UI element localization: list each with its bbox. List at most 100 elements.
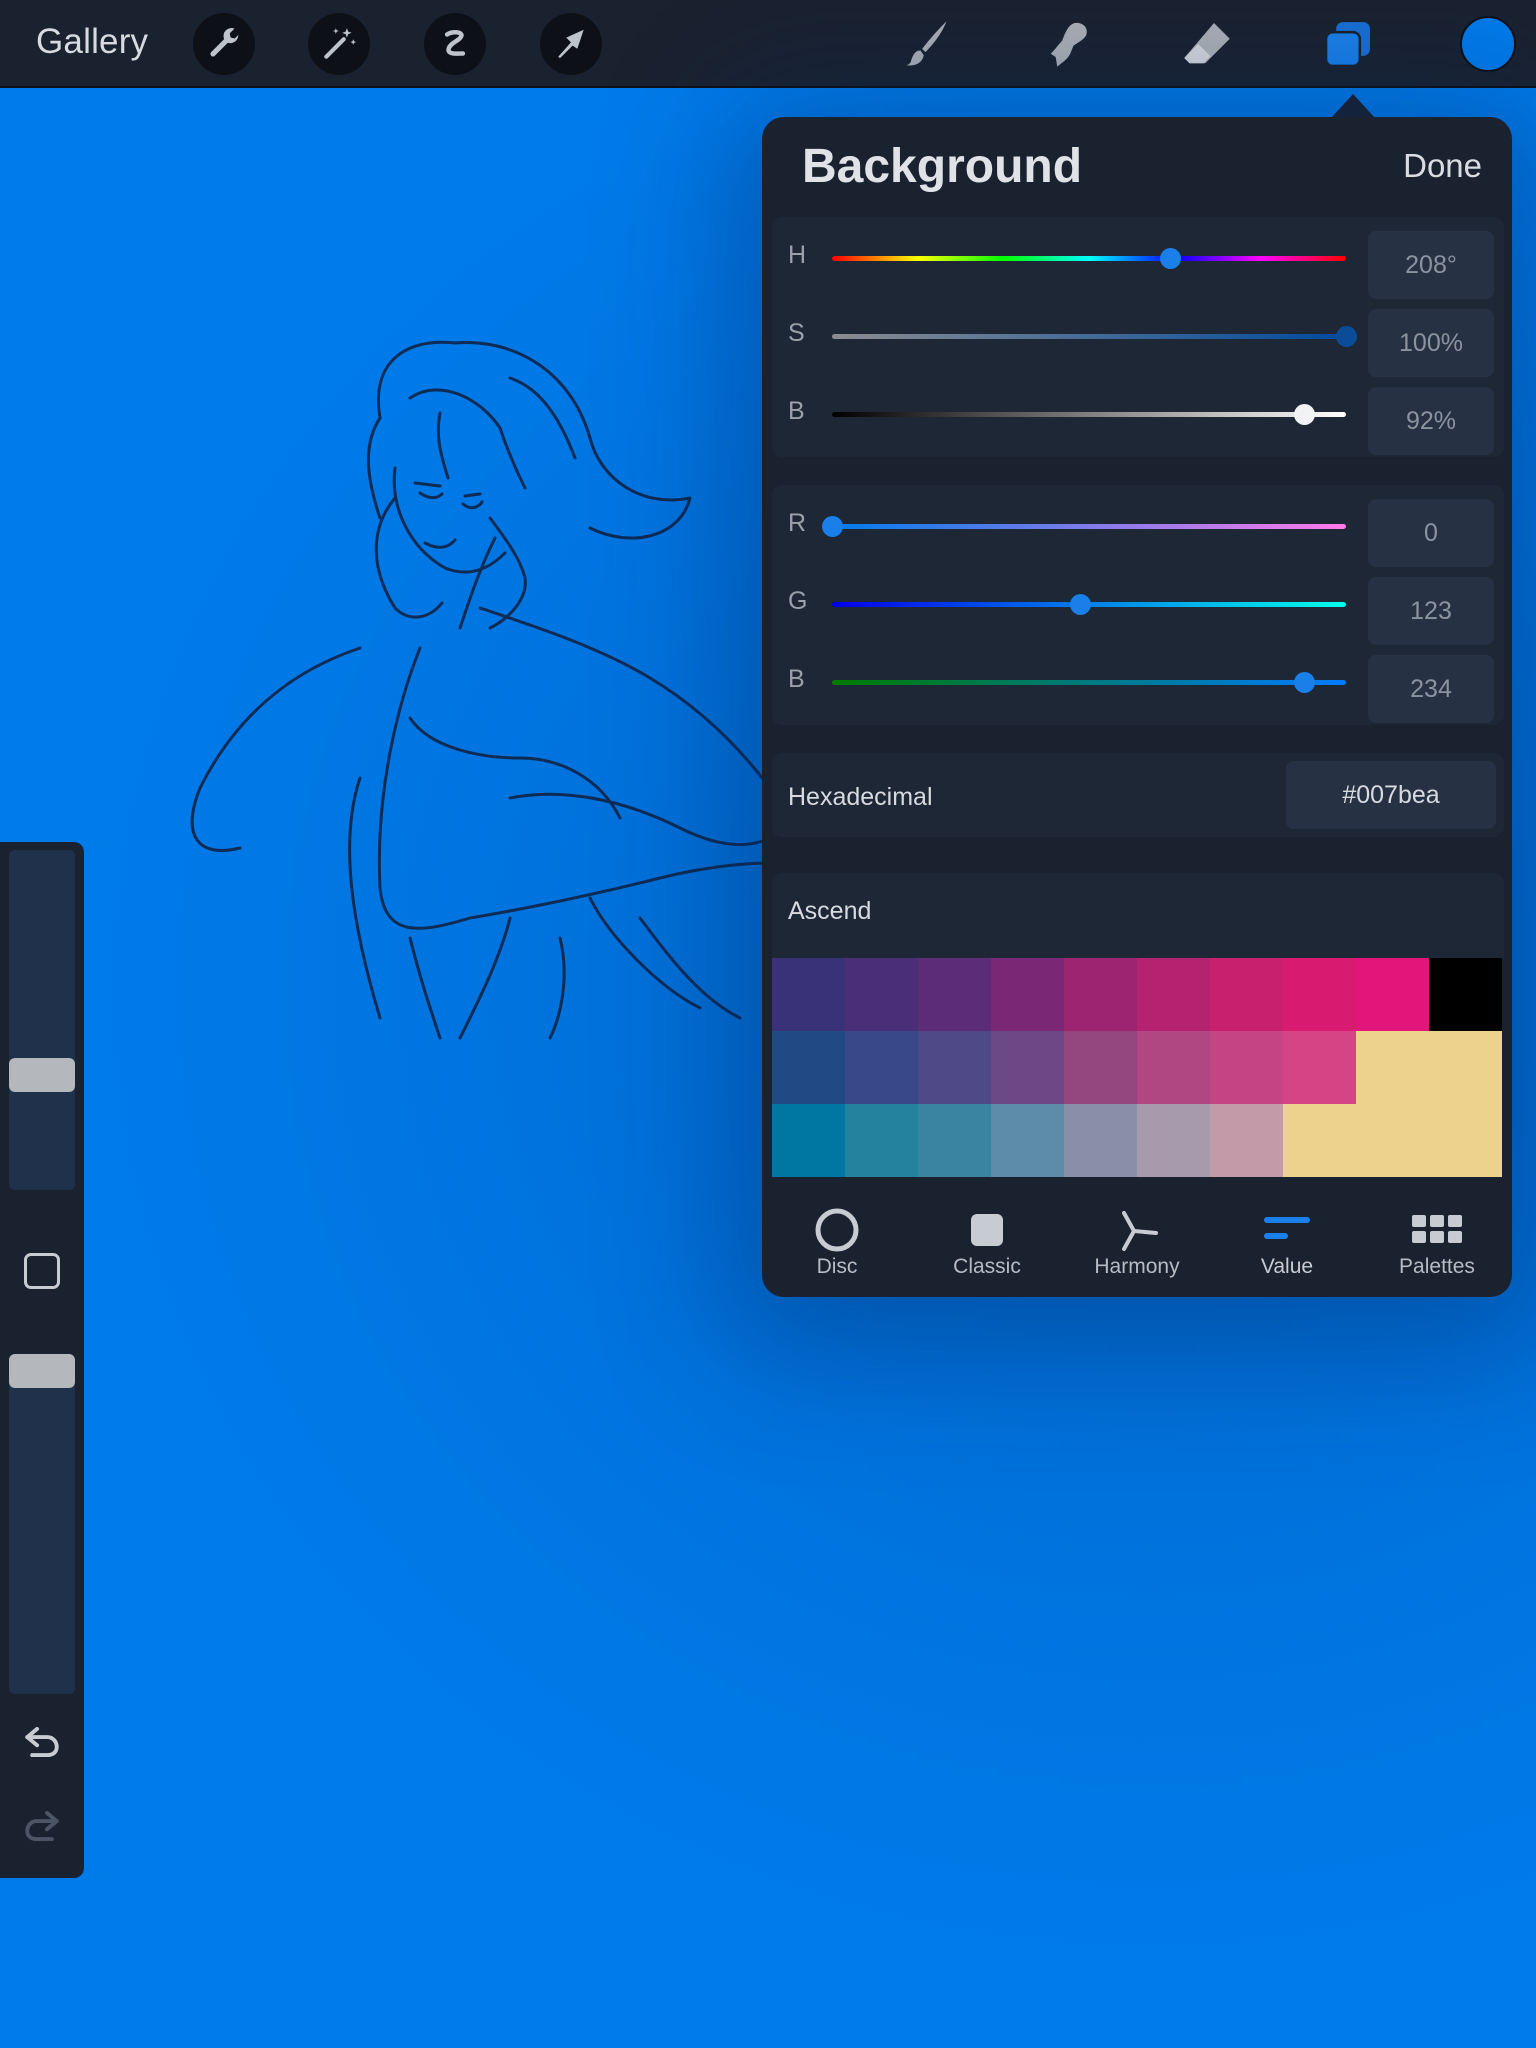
red-slider-handle[interactable]: [822, 516, 843, 537]
palette-swatch[interactable]: [1356, 1104, 1429, 1177]
brush-opacity-slider[interactable]: [9, 1354, 75, 1694]
palette-swatch[interactable]: [772, 1031, 845, 1104]
brush-opacity-handle[interactable]: [9, 1354, 75, 1388]
palette-swatch[interactable]: [1429, 1031, 1502, 1104]
classic-square-icon: [971, 1214, 1003, 1246]
palette-swatch[interactable]: [1210, 1104, 1283, 1177]
palette-swatch[interactable]: [772, 958, 845, 1031]
palette-swatch[interactable]: [772, 1104, 845, 1177]
palette-swatch[interactable]: [1064, 1104, 1137, 1177]
blue-slider-handle[interactable]: [1293, 672, 1315, 693]
palettes-grid-icon: [1412, 1215, 1462, 1243]
palette-swatch[interactable]: [991, 958, 1064, 1031]
tab-value[interactable]: Value: [1212, 1195, 1362, 1297]
palette-swatch[interactable]: [1137, 958, 1210, 1031]
green-value-field[interactable]: 123: [1368, 577, 1494, 645]
brightness-slider-handle[interactable]: [1293, 404, 1315, 425]
palette-swatch[interactable]: [845, 958, 918, 1031]
brush-size-slider[interactable]: [9, 850, 75, 1190]
tab-palettes[interactable]: Palettes: [1362, 1195, 1512, 1297]
palette-swatch[interactable]: [1137, 1104, 1210, 1177]
transform-button[interactable]: [540, 13, 602, 75]
saturation-label: S: [788, 319, 805, 347]
saturation-value-field[interactable]: 100%: [1368, 309, 1494, 377]
palette-swatch[interactable]: [1064, 1031, 1137, 1104]
palette-swatch[interactable]: [918, 958, 991, 1031]
blue-slider-row: B 234: [772, 647, 1504, 723]
sketch-drawing: [190, 340, 772, 1040]
palette-swatch[interactable]: [991, 1104, 1064, 1177]
transform-arrow-icon: [558, 29, 584, 59]
hex-value-field[interactable]: #007bea: [1286, 761, 1496, 829]
wrench-icon: [210, 28, 240, 57]
actions-button[interactable]: [193, 13, 255, 75]
green-slider-handle[interactable]: [1069, 594, 1091, 615]
brush-size-handle[interactable]: [9, 1058, 75, 1092]
palette-swatches: [772, 958, 1502, 1177]
tab-disc[interactable]: Disc: [762, 1195, 912, 1297]
palette-swatch[interactable]: [1356, 1031, 1429, 1104]
red-slider-track[interactable]: [832, 524, 1346, 529]
palette-swatch[interactable]: [1429, 1104, 1502, 1177]
smudge-button[interactable]: [1037, 14, 1097, 74]
hue-slider-row: H 208°: [772, 223, 1504, 299]
palette-swatch[interactable]: [845, 1104, 918, 1177]
palette-swatch[interactable]: [918, 1031, 991, 1104]
palette-swatch[interactable]: [1210, 1031, 1283, 1104]
tab-harmony[interactable]: Harmony: [1062, 1195, 1212, 1297]
color-panel: Background Done H 208° S 100% B 92% R 0: [762, 117, 1512, 1297]
layers-icon: [1324, 22, 1370, 68]
hue-slider-track[interactable]: [832, 256, 1346, 261]
brightness-value-field[interactable]: 92%: [1368, 387, 1494, 455]
palette-name[interactable]: Ascend: [788, 897, 871, 926]
saturation-slider-track[interactable]: [832, 334, 1346, 339]
eraser-icon: [1184, 23, 1230, 64]
paint-button[interactable]: [897, 14, 957, 74]
palette-swatch[interactable]: [918, 1104, 991, 1177]
redo-icon[interactable]: [22, 1808, 62, 1844]
hue-label: H: [788, 241, 807, 269]
hue-slider-handle[interactable]: [1160, 248, 1182, 269]
green-label: G: [788, 587, 808, 615]
done-button[interactable]: Done: [1403, 147, 1482, 185]
palette-swatch[interactable]: [991, 1031, 1064, 1104]
hex-group: Hexadecimal #007bea: [772, 753, 1504, 837]
palette-swatch[interactable]: [1429, 958, 1502, 1031]
selection-button[interactable]: [424, 13, 486, 75]
palette-header: Ascend: [772, 873, 1504, 959]
popup-pointer: [1331, 94, 1375, 118]
blue-value-field[interactable]: 234: [1368, 655, 1494, 723]
undo-icon[interactable]: [22, 1724, 62, 1760]
tab-classic-label: Classic: [953, 1255, 1021, 1278]
palette-swatch[interactable]: [1283, 1031, 1356, 1104]
brightness-slider-track[interactable]: [832, 412, 1346, 417]
value-sliders-icon: [1264, 1217, 1310, 1239]
erase-button[interactable]: [1177, 14, 1237, 74]
hue-value-field[interactable]: 208°: [1368, 231, 1494, 299]
palette-swatch[interactable]: [1137, 1031, 1210, 1104]
tab-classic[interactable]: Classic: [912, 1195, 1062, 1297]
palette-swatch[interactable]: [845, 1031, 918, 1104]
hex-label: Hexadecimal: [788, 783, 933, 811]
gallery-button[interactable]: Gallery: [36, 22, 148, 62]
adjustments-button[interactable]: [308, 13, 370, 75]
selection-s-icon: [444, 30, 466, 56]
modify-button[interactable]: [24, 1253, 60, 1289]
tab-palettes-label: Palettes: [1399, 1255, 1475, 1278]
disc-icon: [815, 1208, 859, 1252]
palette-swatch[interactable]: [1356, 958, 1429, 1031]
blue-slider-track[interactable]: [832, 680, 1346, 685]
brush-icon: [905, 21, 947, 66]
palette-swatch[interactable]: [1064, 958, 1137, 1031]
color-mode-tabbar: Disc Classic Harmony Value Palettes: [762, 1195, 1512, 1297]
saturation-slider-row: S 100%: [772, 301, 1504, 377]
red-value-field[interactable]: 0: [1368, 499, 1494, 567]
palette-swatch[interactable]: [1283, 958, 1356, 1031]
palette-swatch[interactable]: [1283, 1104, 1356, 1177]
current-color-button[interactable]: [1460, 16, 1516, 72]
tab-disc-label: Disc: [816, 1255, 858, 1278]
saturation-slider-handle[interactable]: [1336, 326, 1357, 347]
layers-button[interactable]: [1318, 14, 1378, 74]
palette-swatch[interactable]: [1210, 958, 1283, 1031]
brightness-label: B: [788, 397, 805, 425]
